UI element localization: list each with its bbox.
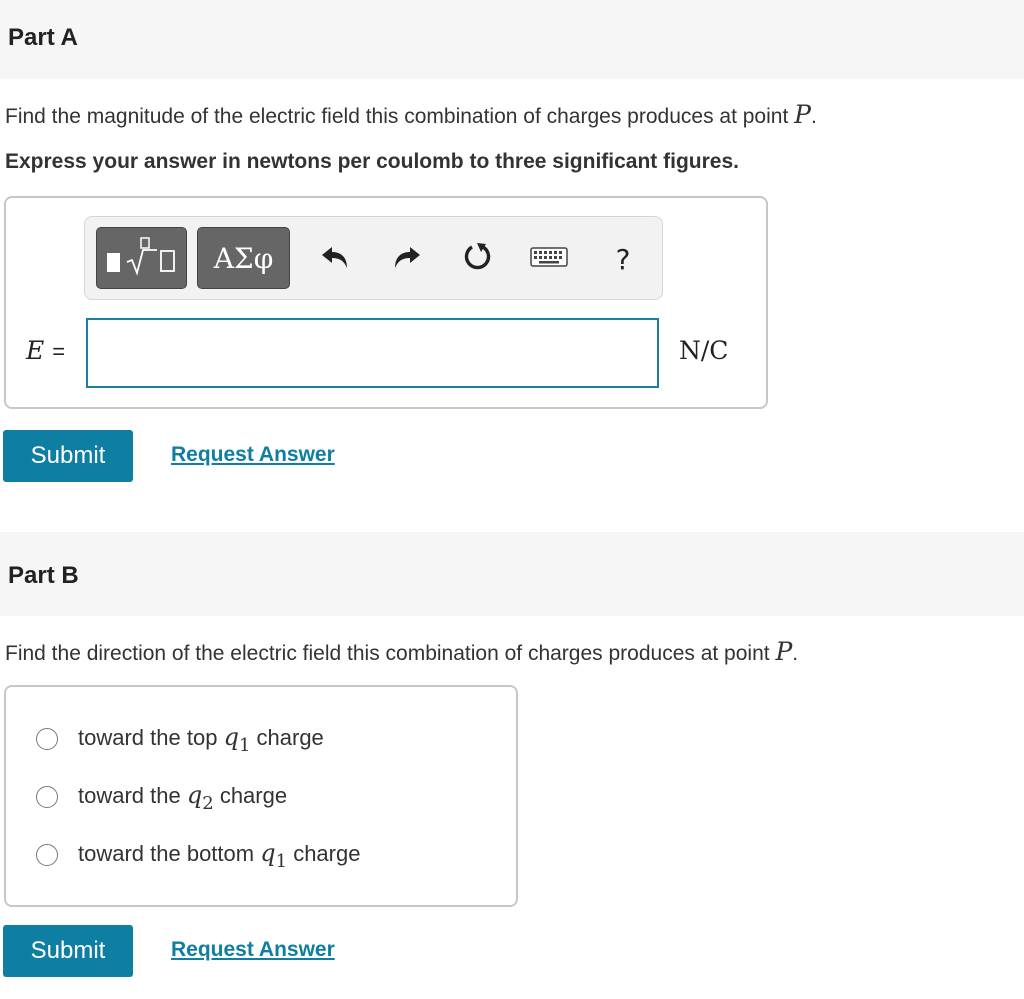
part-a-title: Part A	[8, 24, 78, 51]
choice-prefix: toward the	[78, 782, 181, 808]
charge-variable: q1	[223, 722, 251, 756]
charge-subscript: 1	[238, 734, 251, 756]
choice-option[interactable]: toward the top q1 charge	[36, 723, 324, 756]
equals-sign: =	[52, 339, 66, 364]
prompt-period: .	[792, 642, 799, 665]
part-a-submit-button[interactable]: Submit	[3, 430, 133, 482]
choice-prefix: toward the top	[78, 724, 218, 750]
charge-variable: q2	[186, 780, 214, 814]
math-toolbar: ΑΣφ ?	[84, 216, 663, 300]
point-p-variable: P	[794, 100, 811, 129]
choice-label: toward the q2 charge	[78, 781, 287, 814]
part-b-title: Part B	[8, 562, 79, 589]
point-p-variable: P	[775, 637, 793, 666]
charge-subscript: 2	[202, 792, 214, 814]
prompt-period: .	[810, 105, 817, 128]
help-label: ?	[615, 242, 631, 276]
reset-icon	[462, 241, 494, 278]
choice-suffix: charge	[219, 782, 288, 808]
symbols-button[interactable]: ΑΣφ	[197, 227, 290, 289]
undo-button[interactable]	[315, 239, 355, 279]
part-a-prompt: Find the magnitude of the electric field…	[5, 100, 817, 129]
part-b-request-answer-link[interactable]: Request Answer	[171, 938, 335, 962]
reset-button[interactable]	[458, 239, 498, 279]
templates-button[interactable]	[96, 227, 187, 289]
part-b-submit-button[interactable]: Submit	[3, 925, 133, 977]
part-a-prompt-text: Find the magnitude of the electric field…	[5, 105, 789, 128]
charge-subscript: 1	[275, 850, 288, 872]
part-a-request-answer-link[interactable]: Request Answer	[171, 443, 335, 467]
variable-label: E =	[26, 336, 65, 365]
choice-option[interactable]: toward the q2 charge	[36, 781, 287, 814]
part-b-header: Part B	[0, 532, 1024, 616]
unit-label: N/C	[679, 336, 729, 365]
fraction-sqrt-templates-icon	[103, 236, 181, 281]
radio-button[interactable]	[36, 844, 58, 866]
charge-symbol: q	[223, 722, 239, 751]
undo-icon	[320, 244, 350, 275]
choice-suffix: charge	[293, 840, 361, 866]
help-button[interactable]: ?	[603, 239, 643, 279]
part-a-header: Part A	[0, 0, 1024, 79]
radio-button[interactable]	[36, 728, 58, 750]
part-a-instruction: Express your answer in newtons per coulo…	[5, 150, 739, 173]
charge-symbol: q	[186, 780, 203, 809]
choice-label: toward the top q1 charge	[78, 723, 324, 756]
keyboard-button[interactable]	[529, 239, 569, 279]
charge-symbol: q	[260, 838, 276, 867]
charge-variable: q1	[260, 838, 287, 872]
variable-e: E	[26, 336, 45, 365]
choice-prefix: toward the bottom	[78, 840, 255, 866]
choice-option[interactable]: toward the bottom q1 charge	[36, 839, 360, 872]
part-b-prompt: Find the direction of the electric field…	[5, 637, 798, 666]
redo-button[interactable]	[387, 239, 427, 279]
symbols-label: ΑΣφ	[213, 241, 274, 275]
redo-icon	[392, 244, 422, 275]
radio-button[interactable]	[36, 786, 58, 808]
choice-label: toward the bottom q1 charge	[78, 839, 360, 872]
part-b-prompt-text: Find the direction of the electric field…	[5, 642, 770, 665]
choice-suffix: charge	[256, 724, 324, 750]
answer-input[interactable]	[86, 318, 659, 388]
keyboard-icon	[530, 246, 568, 272]
